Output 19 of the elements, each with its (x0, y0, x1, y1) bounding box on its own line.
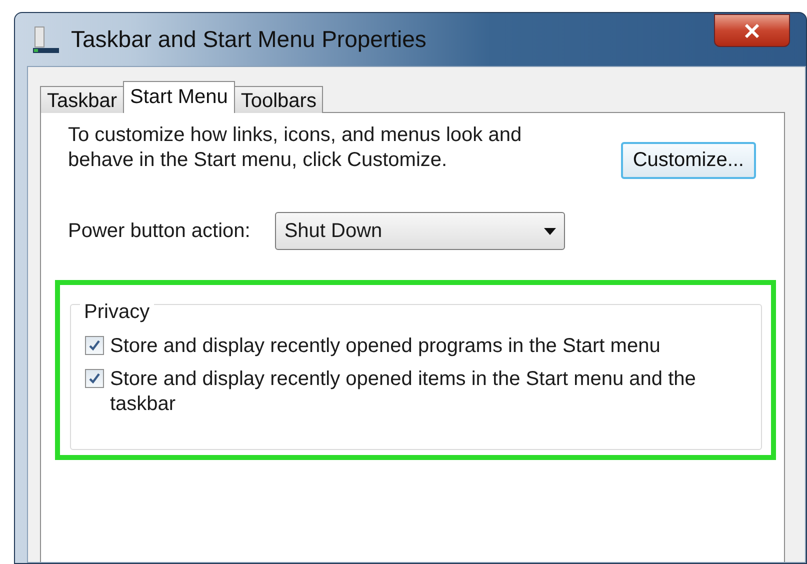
power-action-dropdown[interactable]: Shut Down (275, 212, 566, 250)
checkbox-label: Store and display recently opened items in the Start menu and the taskbar (110, 367, 697, 417)
check-icon (89, 373, 100, 384)
power-button-label: Power button action: (68, 220, 250, 242)
tab[interactable]: Taskbar (40, 86, 124, 113)
checkbox-label: Store and display recently opened programs in the Start menu (110, 334, 662, 359)
group-title: Privacy (80, 301, 154, 324)
close-icon (744, 24, 760, 38)
close-button[interactable] (714, 14, 790, 47)
checkbox[interactable] (85, 369, 104, 388)
tab[interactable]: Start Menu (123, 81, 235, 113)
check-icon (89, 340, 100, 351)
taskbar-icon (31, 24, 61, 54)
caret-icon (544, 228, 556, 234)
window-title: Taskbar and Start Menu Properties (71, 26, 428, 53)
checkbox[interactable] (85, 336, 104, 355)
customize-button[interactable]: Customize... (620, 142, 756, 179)
description-text: To customize how links, icons, and menus look and behave in the Start menu, click Customize. (68, 123, 523, 173)
tab[interactable]: Toolbars (234, 86, 324, 113)
